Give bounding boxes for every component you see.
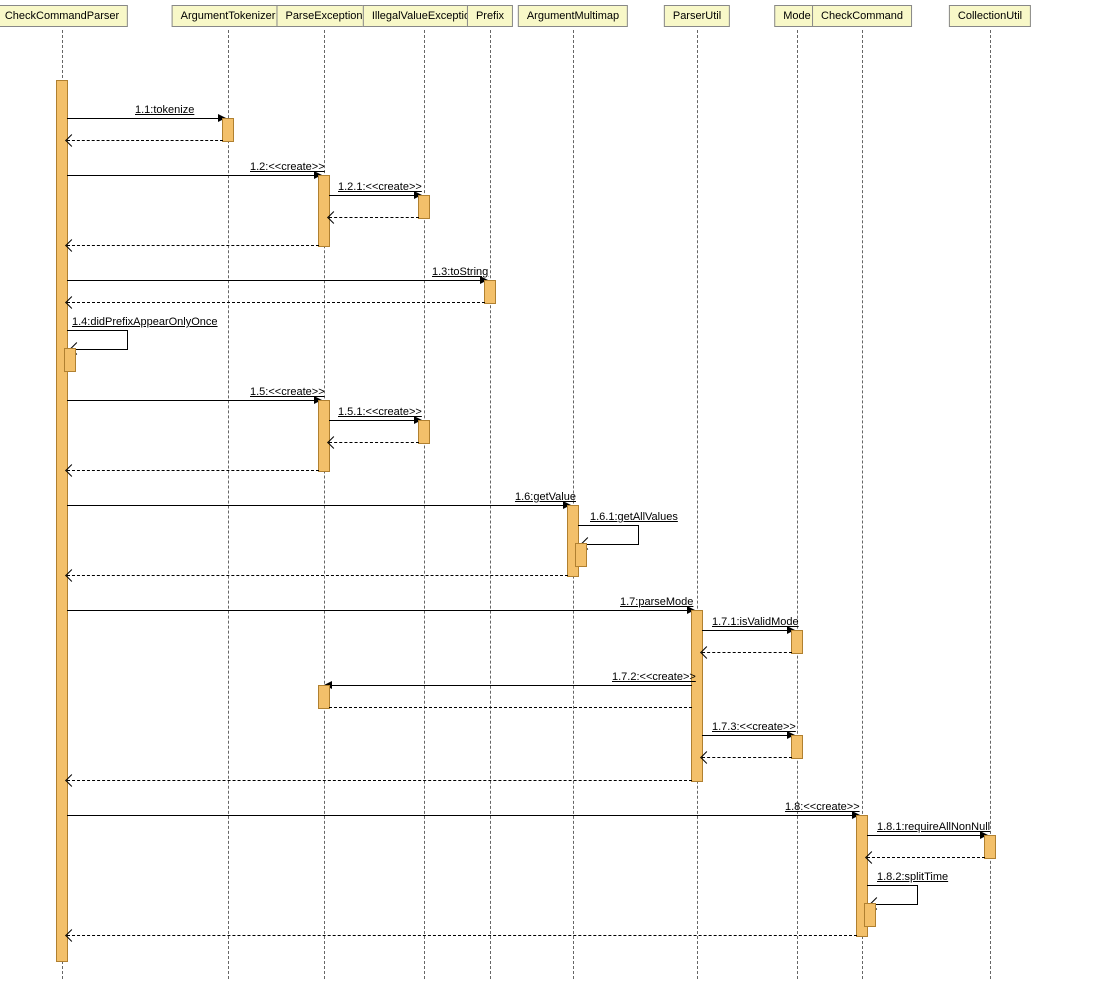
activation bbox=[791, 630, 803, 654]
arrow bbox=[67, 175, 319, 176]
arrow bbox=[702, 735, 792, 736]
activation bbox=[318, 400, 330, 472]
activation bbox=[56, 80, 68, 962]
return bbox=[329, 442, 419, 443]
participant-CheckCommandParser: CheckCommandParser bbox=[0, 5, 128, 27]
arrow bbox=[329, 420, 419, 421]
arrow bbox=[67, 815, 857, 816]
arrow bbox=[329, 685, 692, 686]
activation bbox=[318, 685, 330, 709]
participant-ParserUtil: ParserUtil bbox=[664, 5, 730, 27]
activation bbox=[418, 195, 430, 219]
msg-isValidMode: 1.7.1:isValidMode bbox=[712, 616, 799, 628]
msg-splitTime: 1.8.2:splitTime bbox=[877, 871, 948, 883]
lifeline bbox=[697, 30, 698, 979]
msg-didPrefix: 1.4:didPrefixAppearOnlyOnce bbox=[72, 316, 218, 328]
msg-create-ive2: 1.5.1:<<create>> bbox=[338, 406, 422, 418]
activation bbox=[418, 420, 430, 444]
msg-create-cc: 1.8:<<create>> bbox=[785, 801, 860, 813]
sequence-diagram: CheckCommandParser ArgumentTokenizer Par… bbox=[0, 0, 1103, 984]
arrow bbox=[67, 118, 223, 119]
return bbox=[67, 302, 485, 303]
arrow bbox=[67, 400, 319, 401]
activation bbox=[864, 903, 876, 927]
arrow bbox=[867, 835, 985, 836]
arrow bbox=[67, 610, 692, 611]
lifeline bbox=[797, 30, 798, 979]
return bbox=[329, 707, 692, 708]
participant-Prefix: Prefix bbox=[467, 5, 513, 27]
arrow bbox=[67, 505, 568, 506]
arrow bbox=[702, 630, 792, 631]
arrow bbox=[329, 195, 419, 196]
return bbox=[702, 652, 792, 653]
activation bbox=[64, 348, 76, 372]
activation bbox=[222, 118, 234, 142]
participant-ArgumentTokenizer: ArgumentTokenizer bbox=[172, 5, 285, 27]
activation bbox=[575, 543, 587, 567]
activation bbox=[984, 835, 996, 859]
msg-create-ive: 1.2.1:<<create>> bbox=[338, 181, 422, 193]
participant-CheckCommand: CheckCommand bbox=[812, 5, 912, 27]
msg-requireAllNonNull: 1.8.1:requireAllNonNull bbox=[877, 821, 990, 833]
return bbox=[67, 245, 319, 246]
msg-parseMode: 1.7:parseMode bbox=[620, 596, 693, 608]
msg-tokenize: 1.1:tokenize bbox=[135, 104, 194, 116]
return bbox=[702, 757, 792, 758]
return bbox=[67, 470, 319, 471]
activation bbox=[318, 175, 330, 247]
participant-ArgumentMultimap: ArgumentMultimap bbox=[518, 5, 628, 27]
participant-CollectionUtil: CollectionUtil bbox=[949, 5, 1031, 27]
return bbox=[67, 575, 568, 576]
msg-getAllValues: 1.6.1:getAllValues bbox=[590, 511, 678, 523]
participant-ParseException: ParseException bbox=[276, 5, 371, 27]
return bbox=[67, 935, 857, 936]
return bbox=[67, 780, 692, 781]
msg-create-mode: 1.7.3:<<create>> bbox=[712, 721, 796, 733]
activation bbox=[791, 735, 803, 759]
arrow bbox=[67, 280, 485, 281]
return bbox=[867, 857, 985, 858]
activation bbox=[484, 280, 496, 304]
return bbox=[329, 217, 419, 218]
msg-create-pe3: 1.7.2:<<create>> bbox=[612, 671, 696, 683]
return bbox=[67, 140, 223, 141]
